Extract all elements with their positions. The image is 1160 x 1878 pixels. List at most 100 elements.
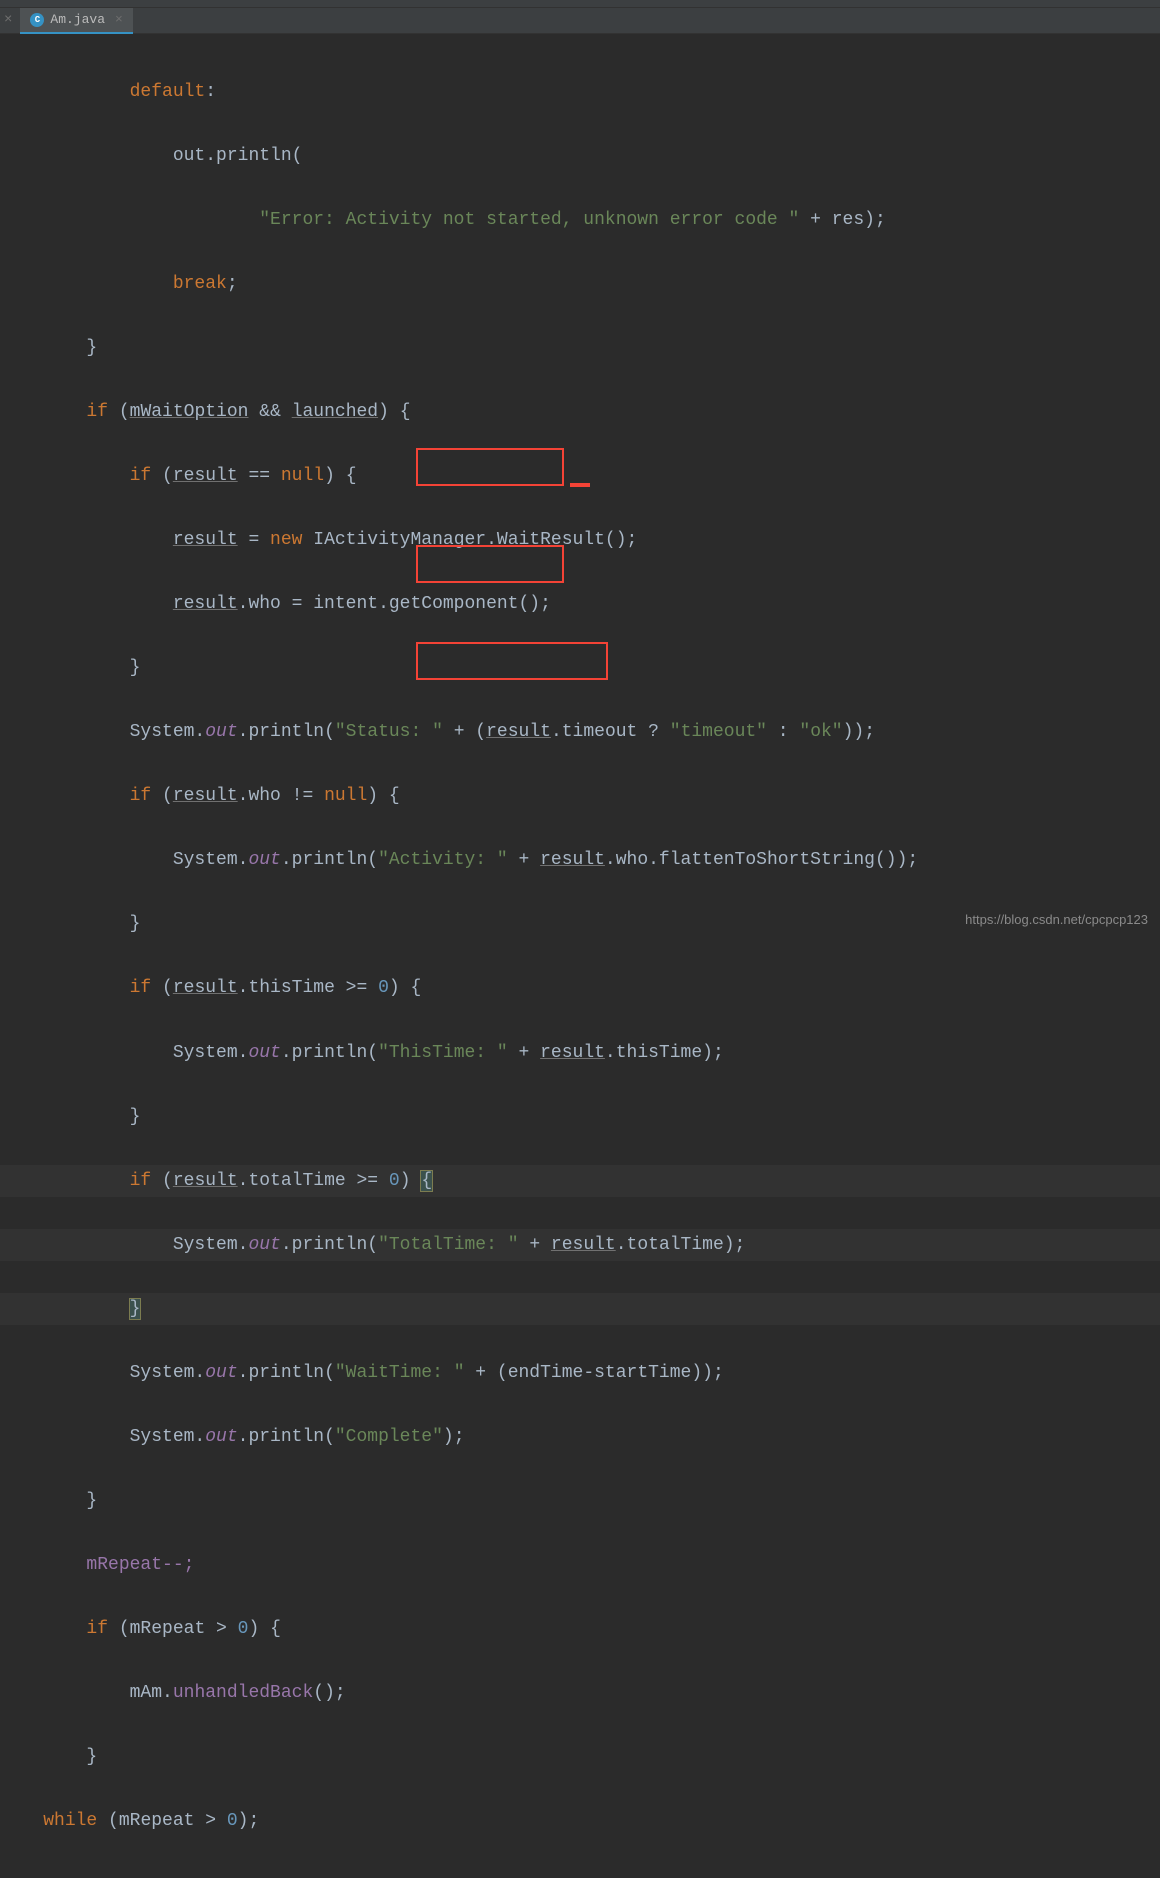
string-literal: "timeout" (670, 722, 767, 742)
brace: } (86, 1747, 97, 1767)
string-literal: "ok" (799, 722, 842, 742)
keyword-if: if (130, 1171, 152, 1191)
field: mAm. (130, 1683, 173, 1703)
code: .who != (238, 786, 324, 806)
code: ) { (389, 978, 421, 998)
field-out: out (248, 1043, 280, 1063)
brace: } (130, 658, 141, 678)
code-editor[interactable]: default: out.println( "Error: Activity n… (0, 34, 1160, 1878)
type: System. (130, 1363, 206, 1383)
field-out: out (205, 1363, 237, 1383)
code: + (519, 1235, 551, 1255)
keyword-null: null (324, 786, 367, 806)
java-class-icon: C (30, 13, 44, 27)
number: 0 (227, 1811, 238, 1831)
window-title-bar (0, 0, 1160, 8)
var: result (173, 530, 238, 550)
method-call: .println( (238, 1363, 335, 1383)
code: + ( (443, 722, 486, 742)
string-literal: "ThisTime: " (378, 1043, 508, 1063)
method-call: .println( (281, 1043, 378, 1063)
ident: out (173, 146, 205, 166)
string-literal: "Activity: " (378, 850, 508, 870)
keyword-if: if (130, 978, 152, 998)
var: result (173, 978, 238, 998)
var: result (173, 594, 238, 614)
var: result (486, 722, 551, 742)
type: IActivityManager.WaitResult(); (313, 530, 637, 550)
code: ); (238, 1811, 260, 1831)
field-out: out (248, 1235, 280, 1255)
field: mWaitOption (130, 402, 249, 422)
method: unhandledBack (173, 1683, 313, 1703)
keyword-if: if (86, 402, 108, 422)
brace: } (86, 1491, 97, 1511)
code: + res); (799, 210, 885, 230)
keyword-while: while (43, 1811, 97, 1831)
code: + (508, 1043, 540, 1063)
code: ) { (248, 1619, 280, 1639)
number: 0 (378, 978, 389, 998)
type: System. (173, 850, 249, 870)
code: : (767, 722, 799, 742)
code: + (508, 850, 540, 870)
keyword-new: new (270, 530, 302, 550)
type: System. (173, 1043, 249, 1063)
string-literal: "Status: " (335, 722, 443, 742)
var: result (173, 466, 238, 486)
string-literal: "TotalTime: " (378, 1235, 518, 1255)
code: .totalTime >= (238, 1171, 389, 1191)
brace-highlight: } (130, 1299, 141, 1319)
tab-filename: Am.java (50, 8, 105, 31)
string-literal: "Error: Activity not started, unknown er… (259, 210, 799, 230)
keyword-default: default (130, 82, 206, 102)
keyword-if: if (130, 466, 152, 486)
method-call: .println( (238, 722, 335, 742)
method-call: .println( (281, 850, 378, 870)
code: ; (227, 274, 238, 294)
tab-bar: × C Am.java × (0, 8, 1160, 34)
watermark: https://blog.csdn.net/cpcpcp123 (965, 908, 1148, 931)
string-literal: "WaitTime: " (335, 1363, 465, 1383)
code: )); (843, 722, 875, 742)
brace: } (130, 914, 141, 934)
file-tab[interactable]: C Am.java × (20, 8, 132, 34)
code: (mRepeat > (108, 1619, 238, 1639)
brace: } (86, 338, 97, 358)
close-icon[interactable]: × (4, 8, 12, 33)
type: System. (130, 1427, 206, 1447)
var: result (551, 1235, 616, 1255)
number: 0 (238, 1619, 249, 1639)
method-call: .println( (281, 1235, 378, 1255)
code: ); (443, 1427, 465, 1447)
type: System. (173, 1235, 249, 1255)
keyword-if: if (130, 786, 152, 806)
field: mRepeat--; (86, 1555, 194, 1575)
var: result (173, 1171, 238, 1191)
keyword-if: if (86, 1619, 108, 1639)
close-tab-icon[interactable]: × (115, 8, 123, 31)
field-out: out (248, 850, 280, 870)
code: .thisTime >= (238, 978, 378, 998)
field-out: out (205, 722, 237, 742)
code: (mRepeat > (97, 1811, 227, 1831)
code: .who.flattenToShortString()); (605, 850, 918, 870)
field-out: out (205, 1427, 237, 1447)
field: launched (292, 402, 378, 422)
string-literal: "Complete" (335, 1427, 443, 1447)
code: .thisTime); (605, 1043, 724, 1063)
code: ) (400, 1171, 422, 1191)
code: .who = intent.getComponent(); (238, 594, 551, 614)
code: .totalTime); (616, 1235, 746, 1255)
number: 0 (389, 1171, 400, 1191)
code: + (endTime-startTime)); (465, 1363, 724, 1383)
var: result (540, 850, 605, 870)
code: .timeout ? (551, 722, 670, 742)
brace: } (130, 1107, 141, 1127)
type: System. (130, 722, 206, 742)
var: result (173, 786, 238, 806)
method-call: .println( (238, 1427, 335, 1447)
code: (); (313, 1683, 345, 1703)
code: ) { (367, 786, 399, 806)
var: result (540, 1043, 605, 1063)
